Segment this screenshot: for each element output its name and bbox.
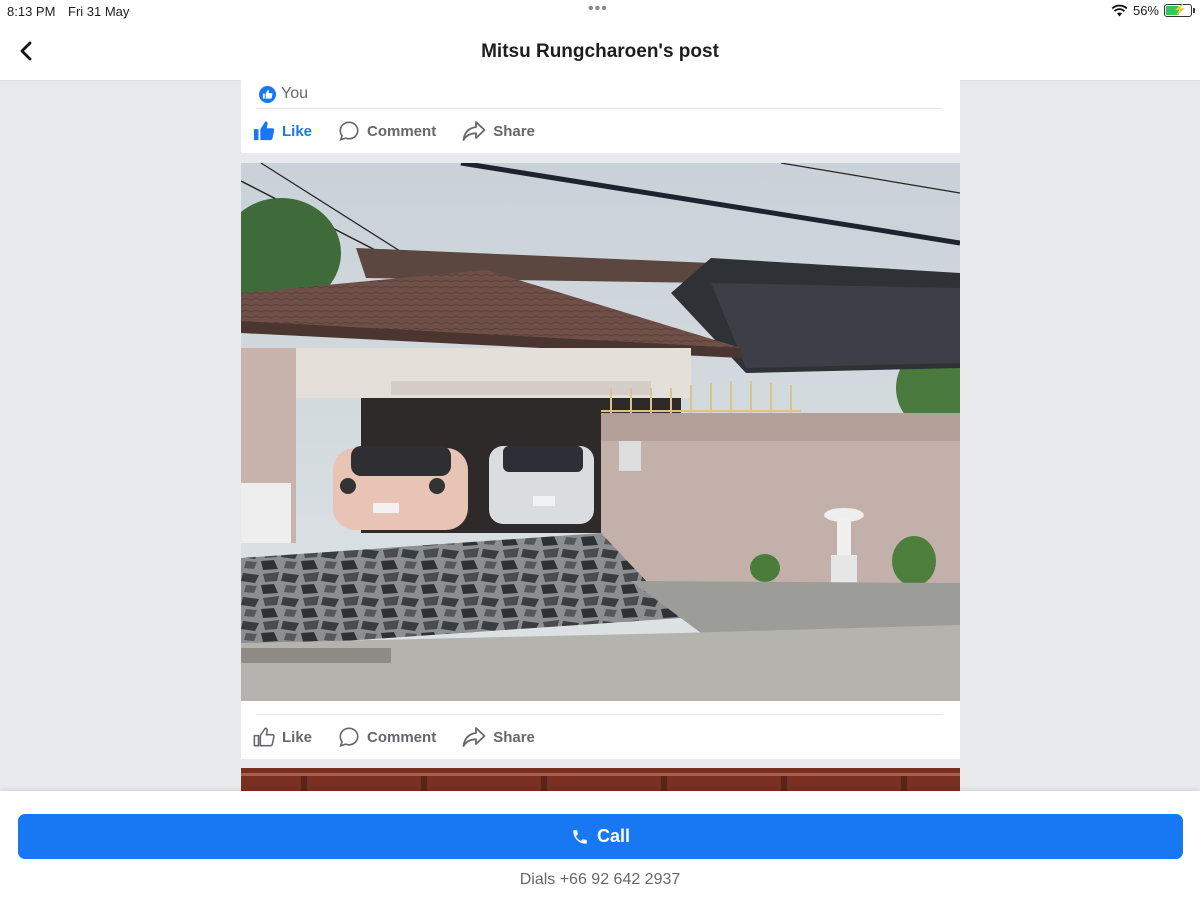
share-label: Share	[493, 122, 535, 140]
nav-bar: Mitsu Rungcharoen's post	[0, 24, 1200, 81]
like-label: Like	[282, 728, 313, 746]
post-photo[interactable]	[241, 163, 960, 701]
page-title: Mitsu Rungcharoen's post	[481, 41, 719, 62]
charging-bolt-icon: ⚡	[1173, 4, 1187, 16]
phone-icon	[573, 829, 587, 844]
share-button[interactable]: Share	[462, 726, 535, 748]
status-time: 8:13 PM	[7, 4, 56, 19]
house-photo-image	[241, 163, 960, 701]
comment-icon	[339, 727, 359, 747]
share-label: Share	[493, 728, 535, 746]
share-icon	[462, 727, 486, 747]
like-label: Like	[282, 122, 313, 140]
battery-percent: 56%	[1132, 3, 1159, 18]
like-badge-icon	[259, 85, 276, 103]
comment-label: Comment	[367, 728, 437, 746]
comment-icon	[339, 121, 359, 141]
wifi-icon	[1111, 4, 1128, 17]
share-icon	[462, 121, 486, 141]
comment-button[interactable]: Comment	[338, 120, 436, 142]
thumbs-up-icon	[253, 727, 275, 747]
battery-icon: ⚡	[1164, 4, 1195, 17]
thumbs-up-filled-icon	[253, 121, 275, 141]
call-label: Call	[596, 826, 630, 846]
like-button[interactable]: Like	[253, 726, 312, 748]
action-bar: Like Comment Share	[253, 719, 561, 755]
like-button[interactable]: Like	[253, 120, 312, 142]
status-bar: 8:13 PM Fri 31 May ••• 56% ⚡	[0, 0, 1200, 24]
divider	[256, 714, 942, 715]
multitasking-dots-icon[interactable]: •••	[588, 0, 608, 18]
post-card-bottom: Like Comment Share	[241, 701, 960, 759]
action-bar: Like Comment Share	[253, 113, 561, 149]
dials-text: Dials +66 92 642 2937	[519, 871, 681, 888]
reactions-label: You	[281, 85, 308, 102]
comment-label: Comment	[367, 122, 437, 140]
call-button[interactable]: Call	[18, 814, 1183, 859]
share-button[interactable]: Share	[462, 120, 535, 142]
divider	[256, 108, 942, 109]
post-card-top: You Like Comment Share	[241, 80, 960, 153]
status-date: Fri 31 May	[68, 4, 130, 19]
comment-button[interactable]: Comment	[338, 726, 436, 748]
call-panel: Call Dials +66 92 642 2937	[0, 791, 1200, 900]
reactions-row[interactable]: You	[259, 80, 308, 108]
